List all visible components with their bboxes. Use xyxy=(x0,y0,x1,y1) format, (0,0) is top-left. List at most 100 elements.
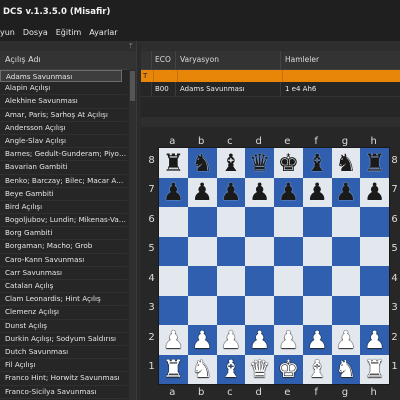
opening-list-item[interactable]: Alapin Açılışı xyxy=(0,82,127,96)
square-h8[interactable]: ♜ xyxy=(360,148,389,178)
square-g4[interactable] xyxy=(331,266,361,296)
opening-list-item[interactable]: Franco-Sicilya Savunması xyxy=(0,386,127,399)
menu-dosya[interactable]: Dosya xyxy=(19,28,52,37)
white-knight-icon[interactable]: ♞ xyxy=(191,357,213,381)
square-b1[interactable]: ♞ xyxy=(187,354,217,384)
black-pawn-icon[interactable]: ♟ xyxy=(163,180,185,204)
square-d2[interactable]: ♟ xyxy=(245,325,274,355)
square-a8[interactable]: ♜ xyxy=(159,148,188,178)
black-bishop-icon[interactable]: ♝ xyxy=(306,151,328,175)
square-d6[interactable] xyxy=(245,207,274,237)
black-pawn-icon[interactable]: ♟ xyxy=(364,180,386,204)
opening-list-item[interactable]: Borgaman; Macho; Grob xyxy=(0,240,127,254)
black-rook-icon[interactable]: ♜ xyxy=(163,151,185,175)
opening-list-item[interactable]: Clam Leonardis; Hint Açılış xyxy=(0,293,127,307)
square-f8[interactable]: ♝ xyxy=(302,148,332,178)
square-f4[interactable] xyxy=(302,266,332,296)
white-pawn-icon[interactable]: ♟ xyxy=(278,328,300,352)
black-pawn-icon[interactable]: ♟ xyxy=(220,180,242,204)
square-g8[interactable]: ♞ xyxy=(331,148,361,178)
square-h7[interactable]: ♟ xyxy=(360,177,389,207)
square-g7[interactable]: ♟ xyxy=(331,177,361,207)
scrollbar-thumb[interactable] xyxy=(130,71,135,101)
opening-list-item[interactable]: Bavarian Gambiti xyxy=(0,161,127,175)
opening-list-item[interactable]: Amar, Paris; Sarhoş At Açılışı xyxy=(0,109,127,122)
black-rook-icon[interactable]: ♜ xyxy=(364,151,386,175)
opening-list-item[interactable]: Franco Hint; Horwitz Savunması xyxy=(0,372,127,386)
square-f3[interactable] xyxy=(302,295,332,325)
white-rook-icon[interactable]: ♜ xyxy=(364,357,386,381)
white-pawn-icon[interactable]: ♟ xyxy=(335,328,357,352)
moves-filter-cell[interactable] xyxy=(282,70,400,82)
white-pawn-icon[interactable]: ♟ xyxy=(249,328,271,352)
black-bishop-icon[interactable]: ♝ xyxy=(220,151,242,175)
square-f6[interactable] xyxy=(302,207,332,237)
square-g3[interactable] xyxy=(331,295,361,325)
square-h2[interactable]: ♟ xyxy=(360,325,389,355)
square-g5[interactable] xyxy=(331,236,361,266)
square-h1[interactable]: ♜ xyxy=(360,354,389,384)
opening-list-item[interactable]: Dunst Açılış xyxy=(0,320,127,333)
square-a4[interactable] xyxy=(159,266,188,296)
square-e7[interactable]: ♟ xyxy=(274,177,303,207)
square-d8[interactable]: ♛ xyxy=(245,148,274,178)
variation-table-row[interactable]: B00 Adams Savunması 1 e4 Ah6 xyxy=(141,82,400,97)
square-d7[interactable]: ♟ xyxy=(245,177,274,207)
square-f7[interactable]: ♟ xyxy=(302,177,332,207)
square-c2[interactable]: ♟ xyxy=(216,325,246,355)
square-a5[interactable] xyxy=(159,236,188,266)
opening-list-item[interactable]: Angle-Slav Açılışı xyxy=(0,135,127,149)
white-rook-icon[interactable]: ♜ xyxy=(163,357,185,381)
black-king-icon[interactable]: ♚ xyxy=(278,151,300,175)
opening-list-item[interactable]: Clemenz Açılışı xyxy=(0,306,127,320)
square-f1[interactable]: ♝ xyxy=(302,354,332,384)
black-knight-icon[interactable]: ♞ xyxy=(335,151,357,175)
square-b2[interactable]: ♟ xyxy=(187,325,217,355)
square-b4[interactable] xyxy=(187,266,217,296)
opening-list-item[interactable]: Adams Savunması xyxy=(0,70,122,83)
black-queen-icon[interactable]: ♛ xyxy=(249,151,271,175)
square-e4[interactable] xyxy=(274,266,303,296)
pin-icon[interactable]: ᛘ xyxy=(129,41,133,51)
white-pawn-icon[interactable]: ♟ xyxy=(306,328,328,352)
black-pawn-icon[interactable]: ♟ xyxy=(335,180,357,204)
square-b8[interactable]: ♞ xyxy=(187,148,217,178)
square-e6[interactable] xyxy=(274,207,303,237)
white-king-icon[interactable]: ♚ xyxy=(278,357,300,381)
opening-list-item[interactable]: Caro-Kann Savunması xyxy=(0,254,127,267)
square-c1[interactable]: ♝ xyxy=(216,354,246,384)
opening-list-item[interactable]: Durkin Açılışı; Sodyum Saldırısı xyxy=(0,333,127,346)
square-e8[interactable]: ♚ xyxy=(274,148,303,178)
opening-list-item[interactable]: Benko; Barczay; Bilec; Macar Açılış xyxy=(0,175,127,188)
opening-list-item[interactable]: Alekhine Savunması xyxy=(0,95,127,109)
menu-oyun[interactable]: yun xyxy=(0,28,19,37)
square-c6[interactable] xyxy=(216,207,246,237)
square-c3[interactable] xyxy=(216,295,246,325)
square-h4[interactable] xyxy=(360,266,389,296)
square-d5[interactable] xyxy=(245,236,274,266)
square-e2[interactable]: ♟ xyxy=(274,325,303,355)
square-f2[interactable]: ♟ xyxy=(302,325,332,355)
white-knight-icon[interactable]: ♞ xyxy=(335,357,357,381)
square-a2[interactable]: ♟ xyxy=(159,325,188,355)
white-bishop-icon[interactable]: ♝ xyxy=(220,357,242,381)
black-pawn-icon[interactable]: ♟ xyxy=(191,180,213,204)
opening-list-item[interactable]: Borg Gambiti xyxy=(0,227,127,241)
opening-list-scrollbar[interactable] xyxy=(129,69,136,400)
menu-ayarlar[interactable]: Ayarlar xyxy=(85,28,121,37)
square-d3[interactable] xyxy=(245,295,274,325)
square-b5[interactable] xyxy=(187,236,217,266)
square-b3[interactable] xyxy=(187,295,217,325)
opening-list-item[interactable]: Beye Gambiti xyxy=(0,188,127,201)
square-b6[interactable] xyxy=(187,207,217,237)
chess-board[interactable]: ♜ ♞ ♝ ♛ ♚ ♝ ♞ ♜ ♟ ♟ ♟ ♟ ♟ ♟ ♟ ♟ ♟ ♟ ♟ ♟ ♟ ♟ ♟ ♟ ♜ ♞ ♝ ♛ ♚ ♝ ♞ ♜ xyxy=(158,147,390,385)
white-queen-icon[interactable]: ♛ xyxy=(249,357,271,381)
square-c7[interactable]: ♟ xyxy=(216,177,246,207)
moves-column-header[interactable]: Hamleler xyxy=(280,51,400,69)
variation-column-header[interactable]: Varyasyon xyxy=(175,51,280,69)
square-d1[interactable]: ♛ xyxy=(245,354,274,384)
black-pawn-icon[interactable]: ♟ xyxy=(249,180,271,204)
white-pawn-icon[interactable]: ♟ xyxy=(163,328,185,352)
filter-row[interactable]: T xyxy=(141,70,400,82)
opening-list-item[interactable]: Fil Açılışı xyxy=(0,359,127,373)
